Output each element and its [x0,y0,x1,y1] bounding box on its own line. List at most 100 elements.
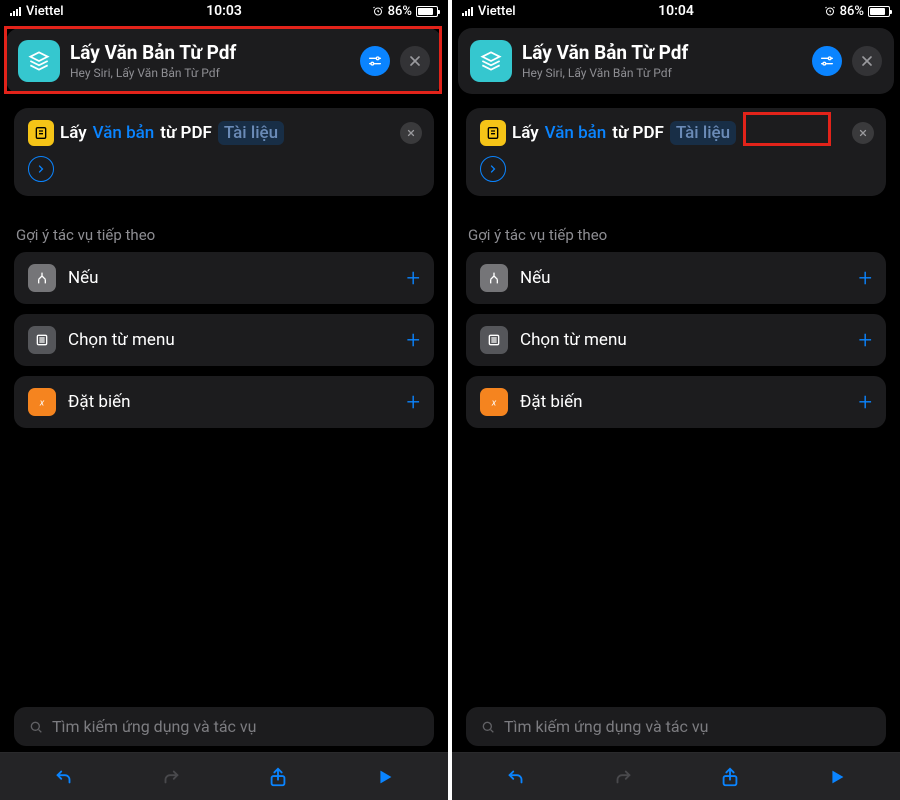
action-summary-line: Lấy Văn bản từ PDF Tài liệu [28,120,420,146]
shortcut-subtitle: Hey Siri, Lấy Văn Bản Từ Pdf [522,66,802,80]
suggestion-item-if[interactable]: Nếu + [14,252,434,304]
menu-icon [480,326,508,354]
clock-label: 10:04 [658,3,694,19]
close-button[interactable] [852,46,882,76]
search-placeholder: Tìm kiếm ứng dụng và tác vụ [504,717,708,736]
battery-percent: 86% [840,4,864,19]
add-suggestion-button[interactable]: + [406,328,420,352]
action-word-get: Lấy [60,123,87,143]
svg-text:x: x [491,397,497,408]
action-block[interactable]: Lấy Văn bản từ PDF Tài liệu [466,108,886,196]
battery-percent: 86% [388,4,412,19]
menu-icon [28,326,56,354]
svg-text:x: x [39,397,45,408]
branch-icon [480,264,508,292]
close-button[interactable] [400,46,430,76]
carrier-label: Viettel [26,4,64,19]
suggestions-heading: Gợi ý tác vụ tiếp theo [16,226,432,244]
suggestion-label: Đặt biến [520,392,846,412]
status-left: Viettel [462,4,516,19]
shortcut-app-icon [18,40,60,82]
header-text-group: Lấy Văn Bản Từ Pdf Hey Siri, Lấy Văn Bản… [522,42,802,81]
undo-button[interactable] [496,757,536,797]
run-button[interactable] [817,757,857,797]
status-left: Viettel [10,4,64,19]
signal-icon [462,6,473,16]
action-summary-line: Lấy Văn bản từ PDF Tài liệu [480,120,872,146]
variable-icon: x [480,388,508,416]
action-word-from: từ PDF [612,123,664,143]
phone-screen-left: Viettel 10:03 86% Lấy Văn Bản Từ Pdf Hey… [0,0,448,800]
header-text-group: Lấy Văn Bản Từ Pdf Hey Siri, Lấy Văn Bản… [70,42,350,81]
action-token-document[interactable]: Tài liệu [670,121,736,145]
search-icon [28,719,44,735]
alarm-icon [372,5,384,17]
suggestion-item-menu[interactable]: Chọn từ menu + [466,314,886,366]
settings-button[interactable] [812,46,842,76]
add-suggestion-button[interactable]: + [858,328,872,352]
suggestion-label: Chọn từ menu [520,330,846,350]
shortcut-title: Lấy Văn Bản Từ Pdf [522,42,802,65]
action-token-document[interactable]: Tài liệu [218,121,284,145]
expand-action-button[interactable] [480,156,506,182]
clock-label: 10:03 [206,3,242,19]
run-button[interactable] [365,757,405,797]
suggestion-item-variable[interactable]: x Đặt biến + [466,376,886,428]
variable-icon: x [28,388,56,416]
suggestion-item-menu[interactable]: Chọn từ menu + [14,314,434,366]
suggestion-label: Nếu [520,268,846,288]
suggestion-item-if[interactable]: Nếu + [466,252,886,304]
alarm-icon [824,5,836,17]
suggestions-list: Nếu + Chọn từ menu + x Đặt biến + [466,252,886,428]
share-button[interactable] [710,757,750,797]
suggestion-label: Chọn từ menu [68,330,394,350]
suggestion-label: Đặt biến [68,392,394,412]
text-extract-icon [480,120,506,146]
search-icon [480,719,496,735]
shortcut-header: Lấy Văn Bản Từ Pdf Hey Siri, Lấy Văn Bản… [6,28,442,94]
suggestion-item-variable[interactable]: x Đặt biến + [14,376,434,428]
signal-icon [10,6,21,16]
redo-button[interactable] [603,757,643,797]
branch-icon [28,264,56,292]
add-suggestion-button[interactable]: + [406,266,420,290]
bottom-panel: Tìm kiếm ứng dụng và tác vụ [452,707,900,800]
undo-button[interactable] [44,757,84,797]
clear-action-button[interactable] [400,122,422,144]
shortcut-title: Lấy Văn Bản Từ Pdf [70,42,350,65]
battery-icon [416,6,438,17]
clear-action-button[interactable] [852,122,874,144]
status-right: 86% [372,4,438,19]
editor-toolbar [0,752,448,800]
share-button[interactable] [258,757,298,797]
add-suggestion-button[interactable]: + [858,266,872,290]
search-field[interactable]: Tìm kiếm ứng dụng và tác vụ [14,707,434,746]
shortcut-app-icon [470,40,512,82]
expand-action-button[interactable] [28,156,54,182]
suggestion-label: Nếu [68,268,394,288]
action-token-text[interactable]: Văn bản [93,123,155,143]
shortcut-header: Lấy Văn Bản Từ Pdf Hey Siri, Lấy Văn Bản… [458,28,894,94]
bottom-panel: Tìm kiếm ứng dụng và tác vụ [0,707,448,800]
shortcut-subtitle: Hey Siri, Lấy Văn Bản Từ Pdf [70,66,350,80]
add-suggestion-button[interactable]: + [858,390,872,414]
action-block[interactable]: Lấy Văn bản từ PDF Tài liệu [14,108,434,196]
search-field[interactable]: Tìm kiếm ứng dụng và tác vụ [466,707,886,746]
action-word-from: từ PDF [160,123,212,143]
carrier-label: Viettel [478,4,516,19]
action-token-text[interactable]: Văn bản [545,123,607,143]
status-right: 86% [824,4,890,19]
suggestions-list: Nếu + Chọn từ menu + x Đặt biến + [14,252,434,428]
text-extract-icon [28,120,54,146]
suggestions-heading: Gợi ý tác vụ tiếp theo [468,226,884,244]
phone-screen-right: Viettel 10:04 86% Lấy Văn Bản Từ Pdf Hey… [452,0,900,800]
status-bar: Viettel 10:03 86% [0,0,448,22]
screenshot-pair: Viettel 10:03 86% Lấy Văn Bản Từ Pdf Hey… [0,0,900,800]
battery-icon [868,6,890,17]
status-bar: Viettel 10:04 86% [452,0,900,22]
search-placeholder: Tìm kiếm ứng dụng và tác vụ [52,717,256,736]
editor-toolbar [452,752,900,800]
redo-button[interactable] [151,757,191,797]
settings-button[interactable] [360,46,390,76]
add-suggestion-button[interactable]: + [406,390,420,414]
